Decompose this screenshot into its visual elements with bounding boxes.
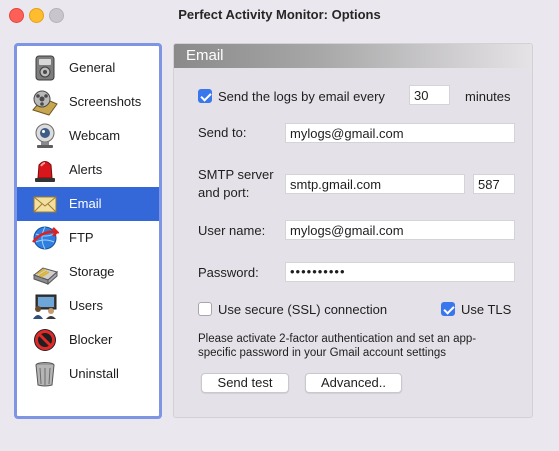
email-settings-panel: Email Send the logs by email every minut… [173,43,533,418]
sidebar-item-blocker[interactable]: Blocker [17,323,159,357]
window-title: Perfect Activity Monitor: Options [178,7,381,22]
trash-can-icon [31,360,59,388]
sidebar-item-label: Storage [69,264,115,279]
send-interval-input[interactable] [409,85,450,105]
sidebar-item-uninstall[interactable]: Uninstall [17,357,159,391]
webcam-icon [31,122,59,150]
gmail-note-line1: Please activate 2-factor authentication … [198,333,477,345]
sidebar-item-label: FTP [69,230,94,245]
smtp-label-line1: SMTP server [198,167,274,182]
globe-arrow-icon [31,224,59,252]
sidebar-item-label: Users [69,298,103,313]
sidebar-item-label: Webcam [69,128,121,143]
sidebar-item-label: Alerts [69,162,103,177]
settings-box-icon [31,54,59,82]
storage-drive-icon [31,258,59,286]
sidebar-item-ftp[interactable]: FTP [17,221,159,255]
smtp-server-input[interactable] [285,174,465,194]
sidebar-item-screenshots[interactable]: Screenshots [17,85,159,119]
panel-header: Email [174,44,532,68]
sidebar-item-general[interactable]: General [17,51,159,85]
blocked-icon [31,326,59,354]
sidebar: General Screenshots Webcam Alerts Email … [14,43,162,419]
send-logs-checkbox[interactable] [198,89,212,103]
send-to-label: Send to: [198,125,247,140]
sidebar-item-alerts[interactable]: Alerts [17,153,159,187]
sidebar-item-webcam[interactable]: Webcam [17,119,159,153]
gmail-note-line2: specific password in your Gmail account … [198,347,446,359]
siren-icon [31,156,59,184]
send-test-button[interactable]: Send test [201,373,289,393]
send-logs-label: Send the logs by email every [218,89,385,104]
interval-unit-label: minutes [465,89,511,104]
sidebar-item-label: Email [69,196,102,211]
tls-checkbox[interactable] [441,302,455,316]
send-to-input[interactable] [285,123,515,143]
advanced-button[interactable]: Advanced.. [305,373,402,393]
sidebar-item-label: Blocker [69,332,113,347]
sidebar-item-label: Uninstall [69,366,119,381]
tls-label: Use TLS [461,302,512,317]
users-computer-icon [31,292,59,320]
film-reel-icon [31,88,59,116]
sidebar-item-label: Screenshots [69,94,142,109]
smtp-port-input[interactable] [473,174,515,194]
username-input[interactable] [285,220,515,240]
sidebar-item-users[interactable]: Users [17,289,159,323]
ssl-checkbox[interactable] [198,302,212,316]
sidebar-item-email[interactable]: Email [17,187,159,221]
envelope-icon [31,190,59,218]
password-label: Password: [198,265,259,280]
password-input[interactable]: •••••••••• [285,262,515,282]
title-bar: Perfect Activity Monitor: Options [0,0,559,30]
sidebar-item-label: General [69,60,116,75]
smtp-label-line2: and port: [198,185,250,200]
panel-title: Email [186,47,224,64]
sidebar-item-storage[interactable]: Storage [17,255,159,289]
ssl-label: Use secure (SSL) connection [218,302,388,317]
username-label: User name: [198,223,266,238]
